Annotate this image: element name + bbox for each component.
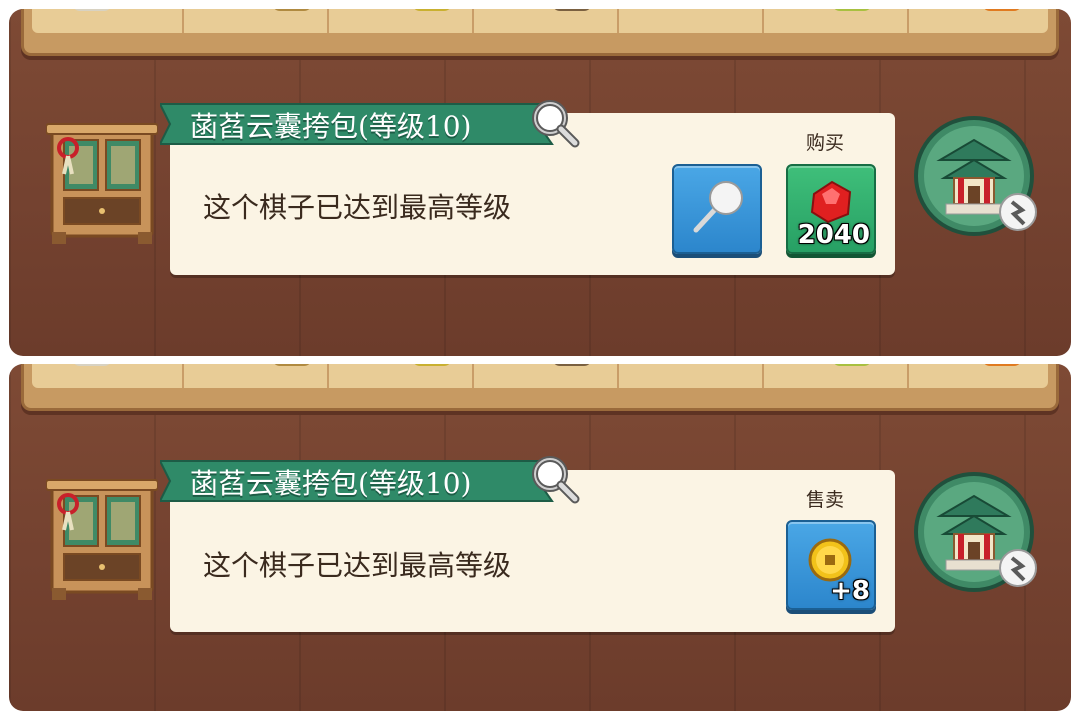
cabinet-item-icon <box>46 479 158 600</box>
buy-gem-cost: 2040 <box>797 220 870 250</box>
item-title: 菡萏云囊挎包(等级10) <box>190 467 472 500</box>
magnifier-icon[interactable] <box>528 452 580 504</box>
pavilion-button[interactable] <box>914 472 1040 598</box>
magnifier-icon[interactable] <box>528 96 580 148</box>
item-description: 这个棋子已达到最高等级 <box>203 549 512 582</box>
pavilion-button[interactable] <box>914 116 1040 242</box>
item-title: 菡萏云囊挎包(等级10) <box>190 110 472 143</box>
buy-label: 购买 <box>805 132 844 154</box>
item-title-ribbon: 菡萏云囊挎包(等级10) <box>160 100 560 148</box>
sell-coin-button[interactable]: +8 <box>786 520 876 610</box>
sell-coin-amount: +8 <box>830 576 870 606</box>
cabinet-item-icon <box>46 123 158 244</box>
buy-gem-button[interactable]: 2040 <box>786 164 876 254</box>
board-shelf <box>21 9 1059 56</box>
pin-icon <box>693 181 743 233</box>
item-description: 这个棋子已达到最高等级 <box>203 191 512 224</box>
sell-label: 售卖 <box>805 489 844 511</box>
item-title-ribbon: 菡萏云囊挎包(等级10) <box>160 457 560 505</box>
pin-button[interactable] <box>672 164 762 254</box>
board-shelf <box>21 364 1059 411</box>
